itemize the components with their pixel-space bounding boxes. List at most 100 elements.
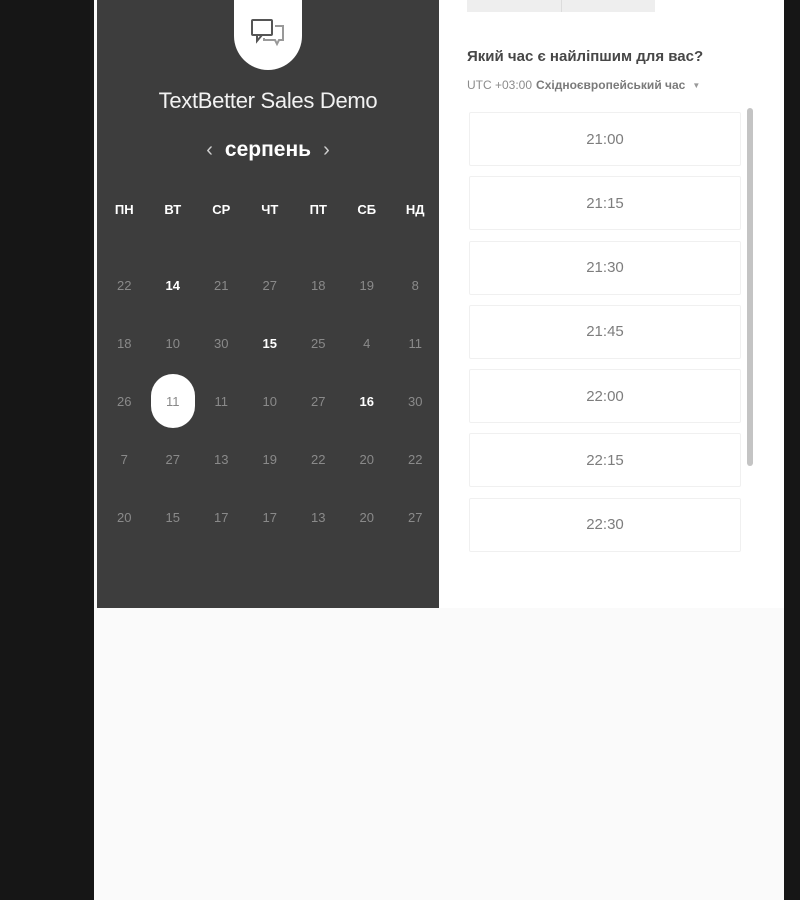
calendar-day-number: 25 (311, 335, 326, 351)
calendar-day-number: 4 (363, 335, 371, 351)
calendar-day-number: 17 (262, 509, 277, 525)
calendar-day[interactable]: 10 (149, 314, 198, 372)
month-label: серпень (224, 138, 312, 161)
calendar-day[interactable]: 18 (100, 314, 149, 372)
calendar-day[interactable]: 14 (149, 256, 198, 314)
calendar-day[interactable]: 30 (391, 372, 440, 430)
calendar-day[interactable]: 8 (391, 256, 440, 314)
calendar-day[interactable]: 15 (149, 488, 198, 546)
timezone-offset: UTC +03:00 (467, 78, 533, 92)
event-title: TextBetter Sales Demo (158, 88, 378, 113)
calendar-day[interactable]: 16 (343, 372, 392, 430)
time-slot-button[interactable]: 21:00 (469, 112, 741, 166)
calendar-day[interactable]: 27 (149, 430, 198, 488)
calendar-day-number: 27 (311, 393, 326, 409)
calendar-day[interactable]: 22 (100, 256, 149, 314)
calendar-day-number: 27 (408, 509, 423, 525)
calendar-day-number: 17 (214, 509, 229, 525)
calendar-day[interactable]: 22 (294, 430, 343, 488)
calendar-day-number: 20 (117, 509, 132, 525)
calendar-day[interactable]: 13 (197, 430, 246, 488)
calendar-day-number: 27 (262, 277, 277, 293)
calendar-day-number: 30 (214, 335, 229, 351)
timezone-name: Східноєвропейський час (536, 78, 686, 92)
calendar-day-number: 20 (359, 509, 374, 525)
weekday-header: ПН ВТ СР ЧТ ПТ СБ НД (100, 202, 440, 217)
calendar-day[interactable]: 11 (197, 372, 246, 430)
calendar-day[interactable]: 30 (197, 314, 246, 372)
weekday-label: ПТ (309, 202, 327, 217)
next-month-icon[interactable]: › (311, 139, 342, 162)
calendar-day-number: 30 (408, 393, 423, 409)
time-slot-list: 21:00 21:15 21:30 21:45 22:00 22:15 22:3… (469, 112, 741, 562)
calendar-day[interactable]: 20 (343, 430, 392, 488)
calendar-day-number: 16 (359, 393, 374, 409)
weekday-label: ПН (114, 202, 134, 217)
calendar-day-number: 14 (165, 277, 180, 293)
calendar-day[interactable]: 19 (246, 430, 295, 488)
calendar-day-number: 15 (262, 335, 277, 351)
calendar-day[interactable]: 10 (246, 372, 295, 430)
weekday-label: СР (212, 202, 231, 217)
calendar-day-number: 19 (359, 277, 374, 293)
calendar-day[interactable]: 25 (294, 314, 343, 372)
calendar-day[interactable]: 18 (294, 256, 343, 314)
calendar-day-number: 10 (165, 335, 180, 351)
time-slot-button[interactable]: 21:15 (469, 176, 741, 231)
calendar-day[interactable]: 19 (343, 256, 392, 314)
calendar-day[interactable]: 4 (343, 314, 392, 372)
timezone-selector[interactable]: UTC +03:00 Східноєвропейський час ▼ (467, 78, 700, 92)
chat-bubbles-icon (251, 19, 284, 47)
calendar-day-number: 22 (408, 451, 423, 467)
weekday-label: НД (405, 202, 425, 217)
calendar-day[interactable]: 17 (197, 488, 246, 546)
calendar-day[interactable]: 13 (294, 488, 343, 546)
time-slot-button[interactable]: 21:30 (469, 240, 741, 295)
calendar-day[interactable]: 21 (197, 256, 246, 314)
calendar-day-number: 11 (150, 374, 195, 428)
calendar-day[interactable]: 20 (100, 488, 149, 546)
calendar-day-number: 7 (120, 451, 128, 467)
calendar-day-number: 20 (359, 451, 374, 467)
calendar-day-number: 11 (214, 393, 229, 409)
calendar-day-number: 22 (117, 277, 132, 293)
selected-calendar-day[interactable]: 11 (149, 372, 198, 430)
calendar-day[interactable]: 15 (246, 314, 295, 372)
chevron-down-icon: ▼ (692, 80, 701, 90)
time-slot-button[interactable]: 22:15 (469, 433, 741, 488)
time-slot-button[interactable]: 22:00 (469, 369, 741, 424)
calendar-day-number: 19 (262, 451, 277, 467)
calendar-day[interactable]: 17 (246, 488, 295, 546)
calendar-day[interactable]: 20 (343, 488, 392, 546)
calendar-day[interactable]: 27 (294, 372, 343, 430)
time-slot-button[interactable]: 21:45 (469, 304, 741, 359)
calendar-day-number: 27 (165, 451, 180, 467)
calendar-day-number: 8 (411, 277, 419, 293)
time-question-heading: Який час є найліпшим для вас? (467, 48, 704, 65)
calendar-day[interactable]: 22 (391, 430, 440, 488)
calendar-day-number: 22 (311, 451, 326, 467)
weekday-label: ЧТ (261, 202, 279, 217)
event-info-panel: TextBetter Sales Demo ‹ серпень › ПН ВТ … (97, 0, 439, 608)
calendar-day[interactable]: 27 (246, 256, 295, 314)
calendar-day-number: 18 (311, 277, 326, 293)
calendar-day[interactable]: 27 (391, 488, 440, 546)
calendar-day-number: 13 (214, 451, 229, 467)
weekday-label: ВТ (164, 202, 182, 217)
calendar-day[interactable]: 7 (100, 430, 149, 488)
prev-month-icon[interactable]: ‹ (194, 139, 225, 162)
calendar-days-grid: 22 14 21 27 18 19 8 18 10 30 15 25 4 11 26 11 11 10 27 16 30… (100, 256, 440, 546)
view-toggle-tabs[interactable] (467, 0, 655, 12)
time-list-scrollbar[interactable] (747, 108, 753, 466)
company-logo (234, 0, 302, 70)
time-slot-button[interactable]: 22:30 (469, 497, 741, 552)
weekday-label: СБ (357, 202, 377, 217)
calendar-day-number: 26 (117, 393, 132, 409)
month-navigation: ‹ серпень › (97, 138, 439, 162)
calendar-day[interactable]: 11 (391, 314, 440, 372)
calendar-day[interactable]: 26 (100, 372, 149, 430)
calendar-day-number: 21 (214, 277, 229, 293)
calendar-day-number: 18 (117, 335, 132, 351)
calendar-day-number: 13 (311, 509, 326, 525)
calendar-day-number: 11 (408, 335, 423, 351)
